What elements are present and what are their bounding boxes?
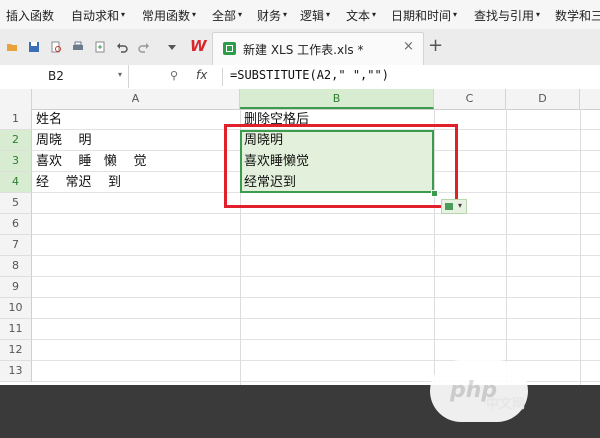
row-header[interactable]: 9 bbox=[0, 277, 32, 298]
row-gridline bbox=[32, 234, 600, 235]
row-header[interactable]: 5 bbox=[0, 193, 32, 214]
row-gridline bbox=[32, 339, 600, 340]
paste-options-button[interactable]: ▾ bbox=[441, 199, 467, 214]
save-icon[interactable] bbox=[28, 41, 40, 53]
cell-reference: B2 bbox=[48, 69, 64, 83]
chevron-down-icon[interactable]: ▾ bbox=[238, 10, 242, 19]
ribbon-item[interactable]: 财务 bbox=[257, 7, 281, 24]
column-header-bar: A B C D bbox=[0, 89, 600, 110]
worksheet-grid[interactable]: A B C D 1 2 3 4 5 6 7 8 9 10 11 12 13 姓名 周晓 明 喜欢 睡 懒… bbox=[0, 89, 600, 385]
column-gridline bbox=[580, 109, 581, 385]
print-preview-icon[interactable] bbox=[50, 41, 62, 53]
php-watermark-logo: php bbox=[430, 360, 528, 422]
column-gridline bbox=[506, 109, 507, 385]
row-header[interactable]: 6 bbox=[0, 214, 32, 235]
row-gridline bbox=[32, 318, 600, 319]
column-header-d[interactable]: D bbox=[506, 89, 580, 109]
row-gridline bbox=[32, 360, 600, 361]
highlight-box bbox=[224, 124, 458, 208]
row-header[interactable]: 12 bbox=[0, 340, 32, 361]
formula-bar: B2 ▾ ⚲ fx =SUBSTITUTE(A2," ","") bbox=[0, 65, 600, 90]
insert-function-button[interactable]: fx bbox=[196, 68, 207, 82]
cell-a2[interactable]: 周晓 明 bbox=[36, 130, 92, 151]
document-tab[interactable]: 新建 XLS 工作表.xls * × bbox=[212, 32, 424, 65]
new-tab-button[interactable]: + bbox=[428, 35, 443, 56]
chevron-down-icon[interactable]: ▾ bbox=[372, 10, 376, 19]
ribbon-item[interactable]: 全部 bbox=[212, 7, 236, 24]
ribbon-item[interactable]: 逻辑 bbox=[300, 7, 324, 24]
chevron-down-icon[interactable]: ▾ bbox=[453, 10, 457, 19]
paste-icon bbox=[445, 203, 453, 210]
chevron-down-icon[interactable]: ▾ bbox=[326, 10, 330, 19]
chevron-down-icon[interactable]: ▾ bbox=[192, 10, 196, 19]
chevron-down-icon[interactable]: ▾ bbox=[118, 70, 122, 79]
chevron-down-icon[interactable]: ▾ bbox=[121, 10, 125, 19]
column-header-b[interactable]: B bbox=[240, 89, 434, 109]
dropdown-icon[interactable] bbox=[166, 41, 178, 53]
row-header[interactable]: 2 bbox=[0, 130, 32, 151]
column-header-e[interactable] bbox=[580, 89, 600, 109]
ribbon-item[interactable]: 插入函数 bbox=[6, 7, 54, 24]
formula-input[interactable]: =SUBSTITUTE(A2," ","") bbox=[230, 68, 389, 82]
cell-a3[interactable]: 喜欢 睡 懒 觉 bbox=[36, 151, 146, 172]
watermark-text: 中文网 bbox=[486, 397, 526, 412]
row-header[interactable]: 7 bbox=[0, 235, 32, 256]
undo-icon[interactable] bbox=[116, 41, 128, 53]
select-all-corner[interactable] bbox=[0, 89, 32, 109]
chevron-down-icon: ▾ bbox=[458, 201, 463, 210]
cell-a1[interactable]: 姓名 bbox=[36, 109, 62, 130]
row-header[interactable]: 8 bbox=[0, 256, 32, 277]
cell-a4[interactable]: 经 常迟 到 bbox=[36, 172, 121, 193]
document-title: 新建 XLS 工作表.xls * bbox=[243, 43, 364, 57]
redo-icon[interactable] bbox=[138, 41, 150, 53]
column-header-c[interactable]: C bbox=[434, 89, 506, 109]
spreadsheet-window: 插入函数 自动求和 ▾ 常用函数 ▾ 全部 ▾ 财务 ▾ 逻辑 ▾ 文本 ▾ 日期和时间 ▾ 查找与引用 ▾ 数学… bbox=[0, 0, 600, 438]
divider bbox=[222, 68, 223, 86]
row-header[interactable]: 3 bbox=[0, 151, 32, 172]
print-icon[interactable] bbox=[72, 41, 84, 53]
close-tab-icon[interactable]: × bbox=[403, 39, 414, 54]
row-gridline bbox=[32, 297, 600, 298]
ribbon-item[interactable]: 查找与引用 bbox=[474, 7, 534, 24]
chevron-down-icon[interactable]: ▾ bbox=[283, 10, 287, 19]
row-gridline bbox=[32, 276, 600, 277]
zoom-icon[interactable]: ⚲ bbox=[170, 69, 178, 82]
quick-toolbar: W 新建 XLS 工作表.xls * × + bbox=[0, 29, 600, 66]
column-header-a[interactable]: A bbox=[32, 89, 240, 109]
ribbon-item[interactable]: 日期和时间 bbox=[391, 7, 451, 24]
export-icon[interactable] bbox=[94, 41, 106, 53]
ribbon-item[interactable]: 常用函数 bbox=[142, 7, 190, 24]
wps-logo-icon[interactable]: W bbox=[190, 37, 207, 55]
row-gridline bbox=[32, 213, 600, 214]
row-gridline bbox=[32, 255, 600, 256]
row-header[interactable]: 1 bbox=[0, 109, 32, 130]
row-header[interactable]: 11 bbox=[0, 319, 32, 340]
row-header[interactable]: 10 bbox=[0, 298, 32, 319]
ribbon-item[interactable]: 数学和三角 bbox=[555, 7, 600, 24]
ribbon-item[interactable]: 自动求和 bbox=[71, 7, 119, 24]
chevron-down-icon[interactable]: ▾ bbox=[536, 10, 540, 19]
open-icon[interactable] bbox=[6, 41, 18, 53]
formula-ribbon: 插入函数 自动求和 ▾ 常用函数 ▾ 全部 ▾ 财务 ▾ 逻辑 ▾ 文本 ▾ 日期和时间 ▾ 查找与引用 ▾ 数学… bbox=[0, 0, 600, 30]
name-box[interactable]: B2 ▾ bbox=[0, 65, 129, 88]
row-header[interactable]: 4 bbox=[0, 172, 32, 193]
row-header[interactable]: 13 bbox=[0, 361, 32, 382]
xls-file-icon bbox=[223, 42, 236, 55]
ribbon-item[interactable]: 文本 bbox=[346, 7, 370, 24]
